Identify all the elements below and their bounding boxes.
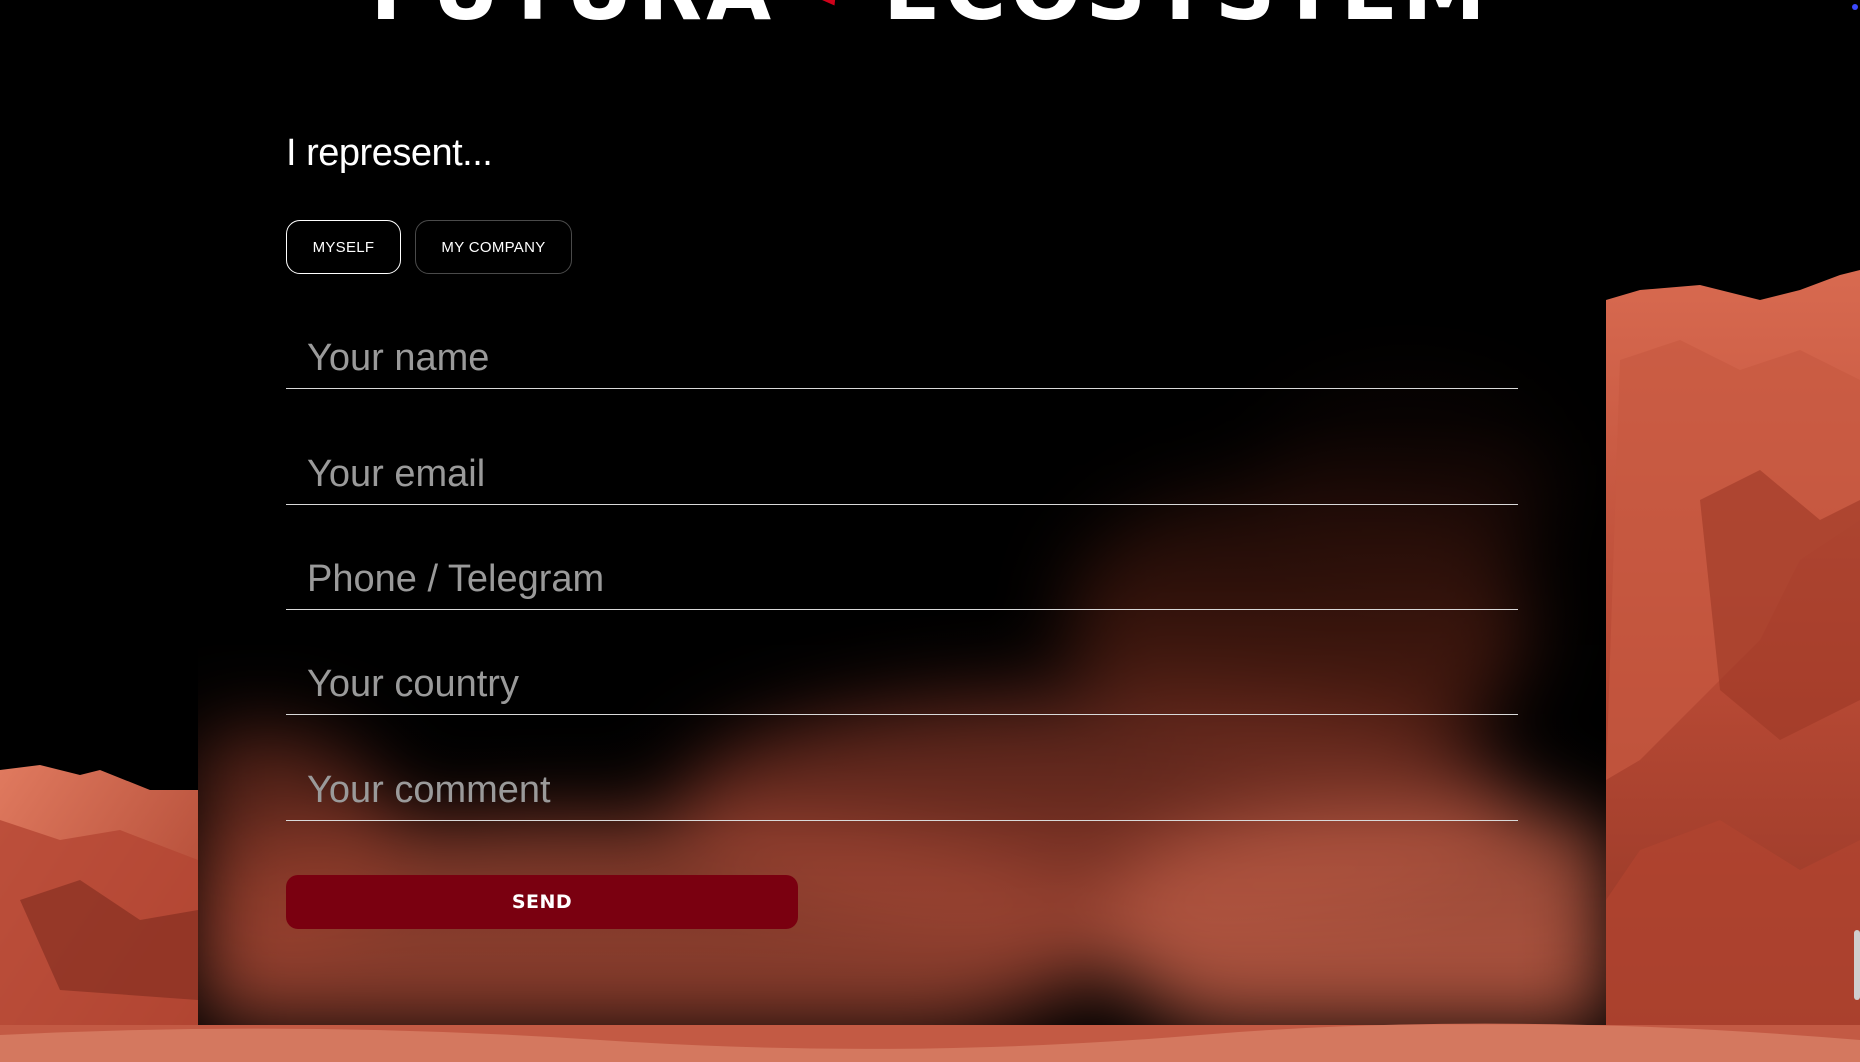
phone-telegram-input[interactable] xyxy=(286,549,1518,609)
logo-text-right: ECOSYSTEM xyxy=(883,0,1490,39)
brand-logo: FUTURAECOSYSTEM xyxy=(0,0,1860,32)
corner-indicator-icon xyxy=(1852,4,1858,10)
name-input[interactable] xyxy=(286,328,1518,388)
page-scrollbar[interactable] xyxy=(1854,930,1860,1000)
comment-field xyxy=(286,760,1518,821)
phone-telegram-field xyxy=(286,549,1518,610)
represent-question: I represent... xyxy=(286,132,493,174)
send-button[interactable]: SEND xyxy=(286,875,798,929)
logo-mark-icon xyxy=(809,0,849,14)
email-input[interactable] xyxy=(286,444,1518,504)
email-field xyxy=(286,444,1518,505)
name-field xyxy=(286,328,1518,389)
page: FUTURAECOSYSTEM I represent... MYSELF MY… xyxy=(0,0,1860,1062)
comment-input[interactable] xyxy=(286,760,1518,820)
country-field xyxy=(286,654,1518,715)
logo-text-left: FUTURA xyxy=(370,0,775,39)
choice-myself-button[interactable]: MYSELF xyxy=(286,220,401,274)
country-input[interactable] xyxy=(286,654,1518,714)
choice-my-company-button[interactable]: MY COMPANY xyxy=(415,220,572,274)
